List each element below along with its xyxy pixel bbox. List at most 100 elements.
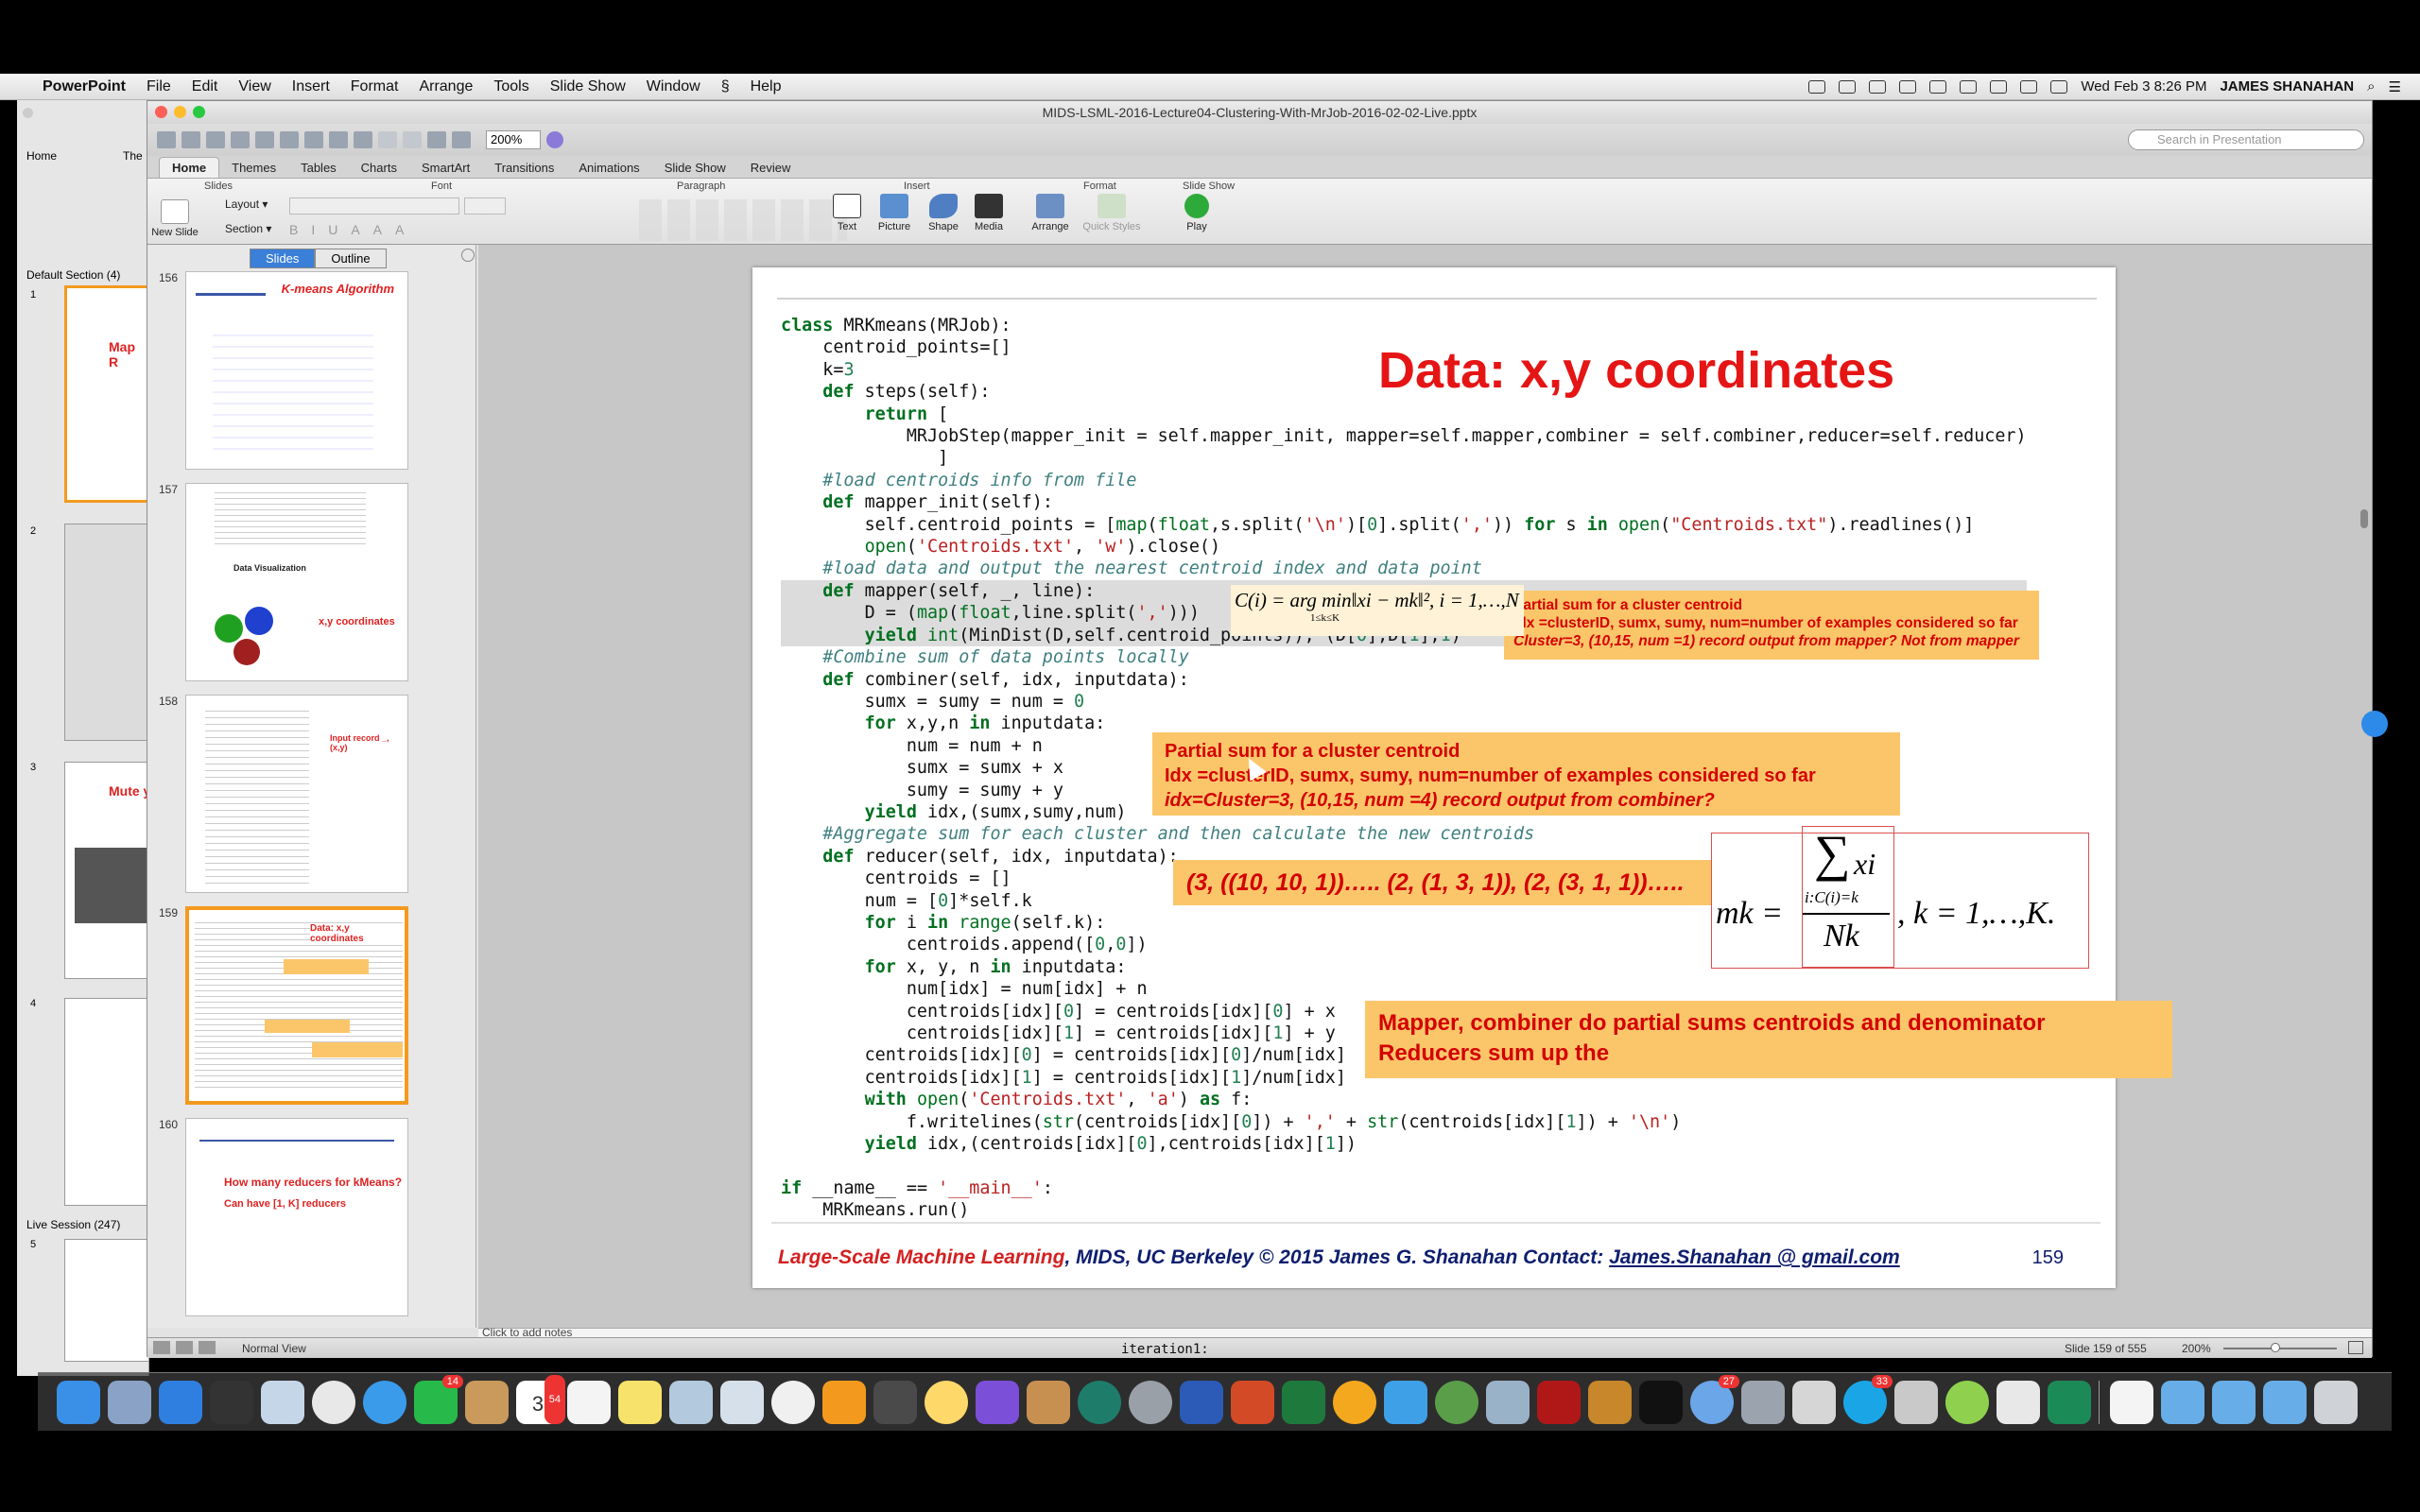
acrobat-icon[interactable]: [1537, 1380, 1581, 1424]
bg-section-live[interactable]: Live Session (247): [26, 1218, 120, 1231]
shape-button[interactable]: Shape: [923, 194, 964, 232]
undo-icon[interactable]: [378, 131, 397, 148]
ibooks-icon[interactable]: [822, 1380, 866, 1424]
help-icon[interactable]: [546, 131, 563, 148]
volume-status-icon[interactable]: [2020, 79, 2038, 94]
onenote-icon[interactable]: [1384, 1380, 1427, 1424]
tab-tables[interactable]: Tables: [288, 158, 349, 178]
menu-arrange[interactable]: Arrange: [408, 78, 483, 95]
bg-thumb-3[interactable]: Mute yo: [64, 762, 159, 979]
sidebar-toggle-icon[interactable]: [427, 131, 446, 148]
bg-tab-home[interactable]: Home: [26, 149, 57, 163]
outlook-icon[interactable]: [1333, 1380, 1376, 1424]
garageband-icon[interactable]: [1027, 1380, 1070, 1424]
globe-icon[interactable]: [1435, 1380, 1478, 1424]
tab-outline[interactable]: Outline: [315, 249, 387, 268]
menubar-clock[interactable]: Wed Feb 3 8:26 PM: [2081, 78, 2206, 94]
menu-format[interactable]: Format: [340, 78, 409, 95]
app-store-icon[interactable]: [159, 1380, 202, 1424]
bg-thumb-1[interactable]: Map R: [64, 285, 149, 503]
vertical-scrollbar[interactable]: [2360, 509, 2368, 528]
quick-styles-button[interactable]: Quick Styles: [1074, 194, 1150, 232]
play-button[interactable]: Play: [1178, 194, 1216, 232]
centroid-mean-formula[interactable]: mk = ∑ xi i:C(i)=k Nk , k = 1,…,K.: [1711, 825, 2089, 969]
new-slide-button[interactable]: New Slide: [149, 199, 200, 238]
photo-booth-icon[interactable]: [669, 1380, 713, 1424]
tab-slides[interactable]: Slides: [250, 249, 316, 268]
floating-handle-icon[interactable]: [2361, 711, 2388, 737]
close-pane-icon[interactable]: [461, 249, 475, 262]
argmin-formula[interactable]: C(i) = arg min‖xi − mk‖², i = 1,…,N 1≤k≤…: [1231, 585, 1524, 636]
timemachine-status-icon[interactable]: [1929, 79, 1947, 94]
bg-thumb-5[interactable]: [64, 1239, 149, 1362]
menu-view[interactable]: View: [228, 78, 281, 95]
tab-transitions[interactable]: Transitions: [482, 158, 566, 178]
arrange-button[interactable]: Arrange: [1027, 194, 1074, 232]
scanner-icon[interactable]: [1996, 1380, 2040, 1424]
photos-icon[interactable]: [925, 1380, 968, 1424]
facetime-icon[interactable]: 14: [414, 1374, 463, 1424]
section-button[interactable]: Section ▾: [225, 222, 271, 235]
preview-icon[interactable]: [261, 1380, 304, 1424]
airplay-status-icon[interactable]: [1960, 79, 1978, 94]
tab-animations[interactable]: Animations: [566, 158, 651, 178]
applications-folder-icon[interactable]: [2161, 1380, 2204, 1424]
callout-tuples[interactable]: (3, ((10, 10, 1))….. (2, (1, 3, 1)), (2,…: [1173, 860, 1761, 905]
itunes-icon[interactable]: [771, 1380, 815, 1424]
picture-button[interactable]: Picture: [871, 194, 918, 232]
checklist-status-icon[interactable]: [1869, 79, 1887, 94]
bg-tab-themes[interactable]: The: [123, 149, 143, 163]
document-stack-icon[interactable]: [2110, 1380, 2153, 1424]
print-icon[interactable]: [255, 131, 274, 148]
x11-icon[interactable]: [1792, 1380, 1836, 1424]
format-painter-icon[interactable]: [354, 131, 372, 148]
messages-status-icon[interactable]: [1839, 79, 1857, 94]
join-me-icon[interactable]: [1945, 1380, 1989, 1424]
tab-slide-show[interactable]: Slide Show: [652, 158, 738, 178]
skype-icon[interactable]: 33: [1843, 1374, 1893, 1424]
callout-mapper[interactable]: Partial sum for a cluster centroid Idx =…: [1504, 591, 2039, 660]
callout-summary[interactable]: Mapper, combiner do partial sums centroi…: [1365, 1001, 2172, 1078]
menu-edit[interactable]: Edit: [182, 78, 229, 95]
open-icon[interactable]: [206, 131, 225, 148]
system-preferences-icon[interactable]: [1129, 1380, 1172, 1424]
tab-review[interactable]: Review: [738, 158, 804, 178]
thumbnail-slide-159[interactable]: Data: x,y coordinates: [185, 906, 408, 1105]
close-window-icon[interactable]: [155, 106, 167, 118]
finder-icon[interactable]: [57, 1380, 100, 1424]
rstudio-icon[interactable]: [1741, 1380, 1785, 1424]
trash-icon[interactable]: [2314, 1380, 2358, 1424]
spotlight-search-icon[interactable]: ⌕: [2367, 78, 2375, 94]
terminal-icon[interactable]: [1639, 1380, 1683, 1424]
notification-center-icon[interactable]: ☰: [2389, 78, 2401, 95]
copy-icon[interactable]: [304, 131, 323, 148]
callout-combiner[interactable]: Partial sum for a cluster centroid Idx =…: [1152, 732, 1900, 816]
excel-status-icon[interactable]: [1808, 79, 1826, 94]
reminders-icon[interactable]: [567, 1380, 611, 1424]
zoom-window-icon[interactable]: [193, 106, 205, 118]
cut-icon[interactable]: [280, 131, 299, 148]
zoom-slider[interactable]: [2223, 1348, 2337, 1349]
zoom-select[interactable]: 200%: [486, 130, 541, 149]
word-icon[interactable]: [1180, 1380, 1223, 1424]
thumbnail-slide-158[interactable]: Input record _, (x,y): [185, 695, 408, 893]
photos-grid-icon[interactable]: [873, 1380, 917, 1424]
excel-icon[interactable]: [1282, 1380, 1325, 1424]
utilities-icon[interactable]: [1486, 1380, 1530, 1424]
slide-editor-area[interactable]: Data: x,y coordinates class MRKmeans(MRJ…: [478, 245, 2372, 1328]
new-presentation-icon[interactable]: [157, 131, 176, 148]
layout-button[interactable]: Layout ▾: [225, 198, 268, 211]
image-capture-icon[interactable]: [720, 1380, 764, 1424]
safari-icon[interactable]: [363, 1380, 406, 1424]
bg-thumb-2[interactable]: [64, 524, 149, 741]
pycharm-icon[interactable]: [2048, 1380, 2091, 1424]
menu-insert[interactable]: Insert: [282, 78, 340, 95]
dashboard-icon[interactable]: [210, 1380, 253, 1424]
save-icon[interactable]: [231, 131, 250, 148]
zoom-slider-thumb[interactable]: [2271, 1343, 2280, 1352]
thumbnail-slide-157[interactable]: Data Visualization x,y coordinates: [185, 483, 408, 681]
documents-folder-icon[interactable]: [2212, 1380, 2256, 1424]
menu-tools[interactable]: Tools: [483, 78, 539, 95]
notes-pane[interactable]: Click to add notes: [478, 1326, 2372, 1339]
paragraph-controls[interactable]: [639, 199, 847, 241]
